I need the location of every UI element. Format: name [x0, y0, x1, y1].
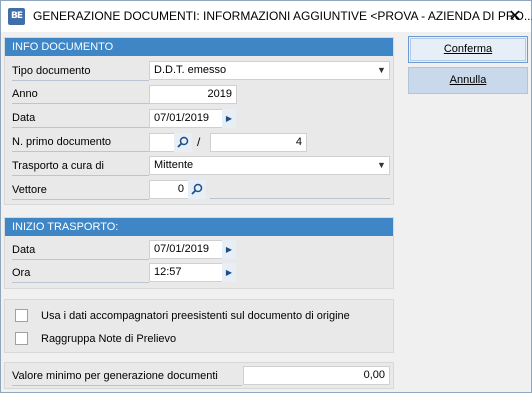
search-icon[interactable] — [174, 133, 192, 152]
serie-documento-input[interactable] — [149, 133, 175, 152]
numero-documento-input[interactable]: 4 — [210, 133, 307, 152]
app-icon: BE — [8, 8, 25, 25]
chevron-down-icon[interactable]: ▼ — [374, 156, 389, 175]
trasporto-select[interactable]: Mittente — [149, 156, 390, 175]
data-trasporto-label: Data — [12, 241, 149, 260]
data-input[interactable]: 07/01/2019 — [149, 109, 223, 128]
vettore-label: Vettore — [12, 181, 149, 200]
data-trasporto-input[interactable]: 07/01/2019 — [149, 240, 223, 259]
ora-trasporto-label: Ora — [12, 264, 149, 283]
panel-header-inizio-trasporto: INIZIO TRASPORTO: — [5, 218, 393, 236]
tipo-documento-label: Tipo documento — [12, 62, 149, 81]
dialog-window: BE GENERAZIONE DOCUMENTI: INFORMAZIONI A… — [0, 0, 532, 393]
time-spinner-arrow-icon[interactable]: ▶ — [222, 263, 236, 282]
window-title: GENERAZIONE DOCUMENTI: INFORMAZIONI AGGI… — [33, 9, 532, 23]
annulla-button[interactable]: Annulla — [408, 67, 528, 94]
raggruppa-option[interactable]: Raggruppa Note di Prelievo — [15, 331, 385, 347]
title-bar: BE GENERAZIONE DOCUMENTI: INFORMAZIONI A… — [1, 1, 532, 32]
vettore-code-input[interactable]: 0 — [149, 180, 189, 199]
tipo-documento-select[interactable]: D.D.T. emesso — [149, 61, 390, 80]
raggruppa-checkbox[interactable] — [15, 332, 28, 345]
inizio-trasporto-panel: INIZIO TRASPORTO: Data 07/01/2019 ▶ Ora … — [4, 217, 394, 289]
valore-minimo-input[interactable]: 0,00 — [243, 366, 390, 385]
valore-minimo-label: Valore minimo per generazione documenti — [12, 367, 242, 386]
usa-dati-checkbox[interactable] — [15, 309, 28, 322]
chevron-down-icon[interactable]: ▼ — [374, 61, 389, 80]
usa-dati-option[interactable]: Usa i dati accompagnatori preesistenti s… — [15, 308, 385, 324]
valore-minimo-panel: Valore minimo per generazione documenti … — [4, 362, 394, 389]
trasporto-label: Trasporto a cura di — [12, 157, 149, 176]
date-picker-arrow-icon[interactable]: ▶ — [222, 109, 236, 128]
info-documento-panel: INFO DOCUMENTO Tipo documento D.D.T. eme… — [4, 37, 394, 205]
anno-input[interactable]: 2019 — [149, 85, 237, 104]
ora-trasporto-input[interactable]: 12:57 — [149, 263, 223, 282]
search-icon[interactable] — [188, 180, 206, 199]
numero-separator: / — [197, 135, 201, 149]
vettore-description-field — [210, 180, 390, 199]
usa-dati-label: Usa i dati accompagnatori preesistenti s… — [41, 310, 350, 322]
n-primo-documento-label: N. primo documento — [12, 133, 149, 152]
date-picker-arrow-icon[interactable]: ▶ — [222, 240, 236, 259]
close-icon[interactable]: ✕ — [506, 8, 524, 26]
anno-label: Anno — [12, 85, 149, 104]
raggruppa-label: Raggruppa Note di Prelievo — [41, 333, 177, 345]
data-label: Data — [12, 109, 149, 128]
options-panel: Usa i dati accompagnatori preesistenti s… — [4, 299, 394, 353]
panel-header-info-documento: INFO DOCUMENTO — [5, 38, 393, 56]
conferma-button[interactable]: Conferma — [408, 36, 528, 63]
